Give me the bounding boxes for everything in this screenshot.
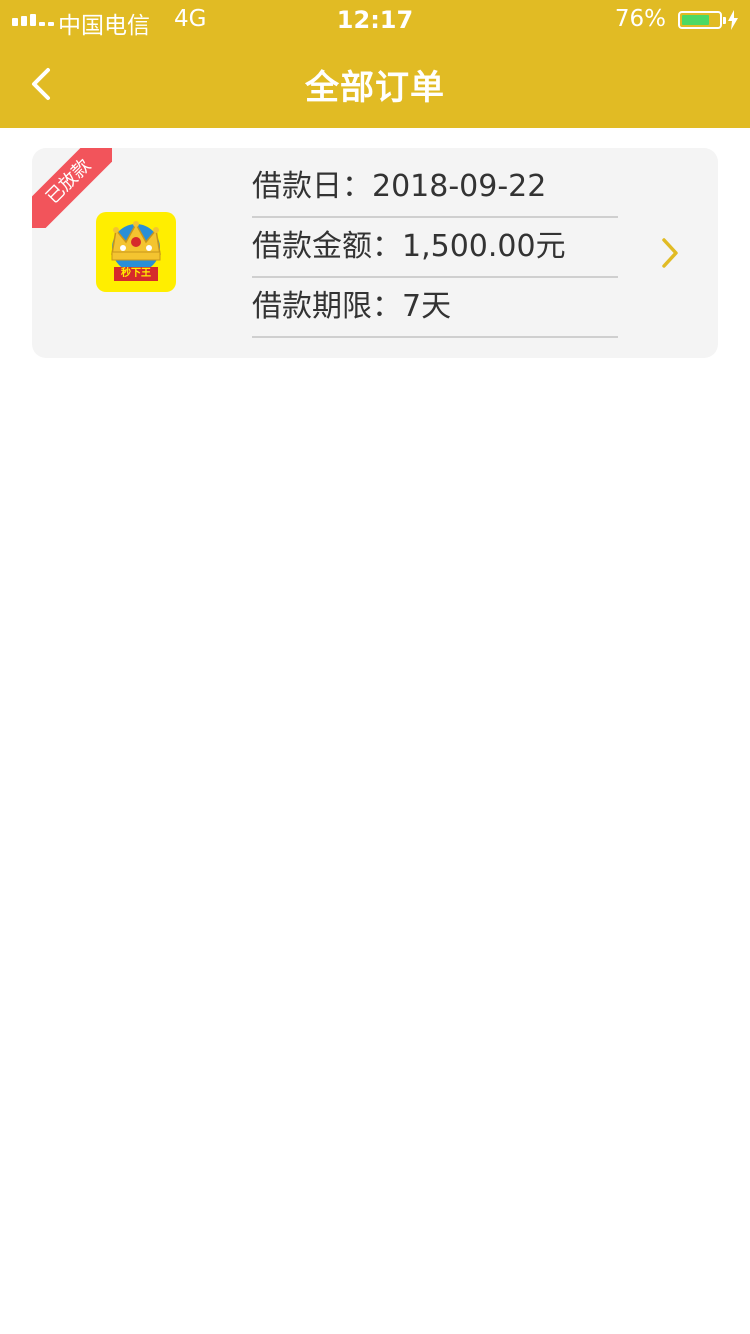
loan-term-row: 借款期限：7天 xyxy=(252,278,618,338)
navigation-bar: 全部订单 xyxy=(0,40,750,128)
order-card[interactable]: 已放款 秒下王 借款日：2018-09-22 借款金额：1,500.00元 借款… xyxy=(32,148,718,358)
loan-date-label: 借款日： xyxy=(252,169,372,204)
order-details: 借款日：2018-09-22 借款金额：1,500.00元 借款期限：7天 xyxy=(252,158,618,338)
status-bar: 中国电信 4G 12:17 76% xyxy=(0,0,750,40)
logo-wordmark: 秒下王 xyxy=(114,267,158,281)
chevron-right-icon[interactable] xyxy=(660,236,680,270)
header: 中国电信 4G 12:17 76% 全部订单 xyxy=(0,0,750,128)
app-logo: 秒下王 xyxy=(96,212,176,292)
loan-term-value: 7天 xyxy=(402,289,452,324)
battery-percent: 76% xyxy=(614,6,666,32)
loan-date-value: 2018-09-22 xyxy=(372,169,547,204)
loan-date-row: 借款日：2018-09-22 xyxy=(252,158,618,218)
battery-icon xyxy=(678,11,726,29)
loan-term-label: 借款期限： xyxy=(252,289,402,324)
charging-bolt-icon xyxy=(728,10,738,30)
page-title: 全部订单 xyxy=(305,68,445,108)
loan-amount-row: 借款金额：1,500.00元 xyxy=(252,218,618,278)
battery-fill xyxy=(682,15,710,25)
loan-amount-value: 1,500.00元 xyxy=(402,229,566,264)
loan-amount-label: 借款金额： xyxy=(252,229,402,264)
